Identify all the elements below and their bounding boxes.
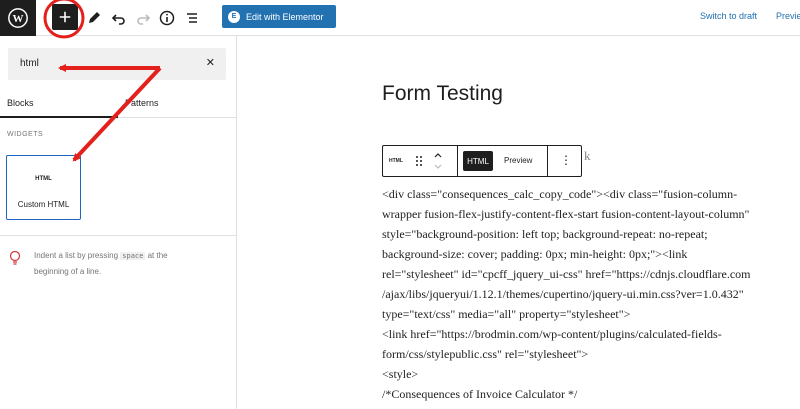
lightbulb-icon xyxy=(9,250,21,265)
tab-patterns[interactable]: Patterns xyxy=(125,98,159,108)
pencil-icon xyxy=(89,12,100,23)
custom-html-block-item[interactable]: HTML Custom HTML xyxy=(6,155,81,220)
block-type-html-icon[interactable]: HTML xyxy=(389,158,403,164)
preview-button[interactable]: Previe xyxy=(776,11,800,21)
clear-search-icon[interactable]: ✕ xyxy=(206,56,215,69)
tip-keyboard-key: space xyxy=(120,252,146,260)
edit-with-elementor-label: Edit with Elementor xyxy=(246,11,324,22)
code-line: <link href="https://brodmin.com/wp-conte… xyxy=(382,327,722,341)
block-search-input[interactable]: html ✕ xyxy=(8,48,226,80)
code-line: /ajax/libs/jqueryui/1.12.1/themes/cupert… xyxy=(382,287,744,301)
post-title[interactable]: Form Testing xyxy=(382,82,503,106)
code-line: @import url('https://fonts.googleapis.co… xyxy=(382,404,792,409)
block-toolbar: HTML HTML Preview ⋮ xyxy=(382,145,582,177)
search-input-value: html xyxy=(20,58,39,69)
code-line: <style> xyxy=(382,367,419,381)
block-item-label: Custom HTML xyxy=(17,200,70,209)
editor-top-toolbar: W E Edit with Elementor Switch to draft … xyxy=(0,0,800,36)
redo-icon xyxy=(137,14,151,25)
tab-blocks[interactable]: Blocks xyxy=(7,98,34,108)
tools-button[interactable] xyxy=(80,4,108,32)
preview-tab-button[interactable]: Preview xyxy=(504,156,532,165)
list-view-icon xyxy=(187,13,197,23)
toolbar-separator xyxy=(457,146,458,176)
html-code-editor[interactable]: <div class="consequences_calc_copy_code"… xyxy=(382,184,792,409)
wordpress-icon: W xyxy=(8,8,28,28)
plus-icon xyxy=(59,11,71,23)
wordpress-logo-button[interactable]: W xyxy=(0,0,36,36)
html-tab-button[interactable]: HTML xyxy=(463,151,493,171)
more-options-icon[interactable]: ⋮ xyxy=(560,153,572,167)
info-icon xyxy=(159,10,175,26)
code-line: <div class="consequences_calc_copy_code"… xyxy=(382,187,738,201)
hidden-text-fragment: k xyxy=(584,148,591,163)
code-line: wrapper fusion-flex-justify-content-flex… xyxy=(382,207,750,221)
move-up-down-icon[interactable] xyxy=(433,150,443,172)
code-line: type="text/css" media="all" property="st… xyxy=(382,307,631,321)
editor-canvas: Form Testing HTML HTML Preview ⋮ k <div … xyxy=(238,36,800,409)
block-inserter-panel: html ✕ Blocks Patterns WIDGETS HTML Cust… xyxy=(0,36,237,409)
undo-icon xyxy=(111,14,125,25)
block-inserter-toggle-button[interactable] xyxy=(52,4,78,30)
list-view-button[interactable] xyxy=(178,4,206,32)
tip-text-part1: Indent a list by pressing xyxy=(34,251,119,260)
code-line: /*Consequences of Invoice Calculator */ xyxy=(382,387,578,401)
drag-handle-icon[interactable] xyxy=(415,155,423,167)
code-line: form/css/stylepublic.css" rel="styleshee… xyxy=(382,347,589,361)
svg-text:W: W xyxy=(13,13,24,25)
code-line: style="background-position: left top; ba… xyxy=(382,227,708,241)
code-line: background-size: cover; padding: 0px; mi… xyxy=(382,247,688,261)
code-line: rel="stylesheet" id="cpcff_jquery_ui-css… xyxy=(382,267,751,281)
edit-with-elementor-button[interactable]: E Edit with Elementor xyxy=(222,5,336,28)
html-block-icon: HTML xyxy=(35,176,52,182)
widgets-section-heading: WIDGETS xyxy=(7,131,44,138)
inserter-tip: Indent a list by pressing space at the b… xyxy=(34,248,202,279)
switch-to-draft-link[interactable]: Switch to draft xyxy=(700,11,757,21)
toolbar-separator xyxy=(547,146,548,176)
divider xyxy=(0,235,236,236)
active-tab-indicator xyxy=(0,116,118,118)
elementor-icon: E xyxy=(228,10,240,23)
details-button[interactable] xyxy=(153,4,181,32)
inserter-tabs: Blocks Patterns xyxy=(0,92,236,118)
